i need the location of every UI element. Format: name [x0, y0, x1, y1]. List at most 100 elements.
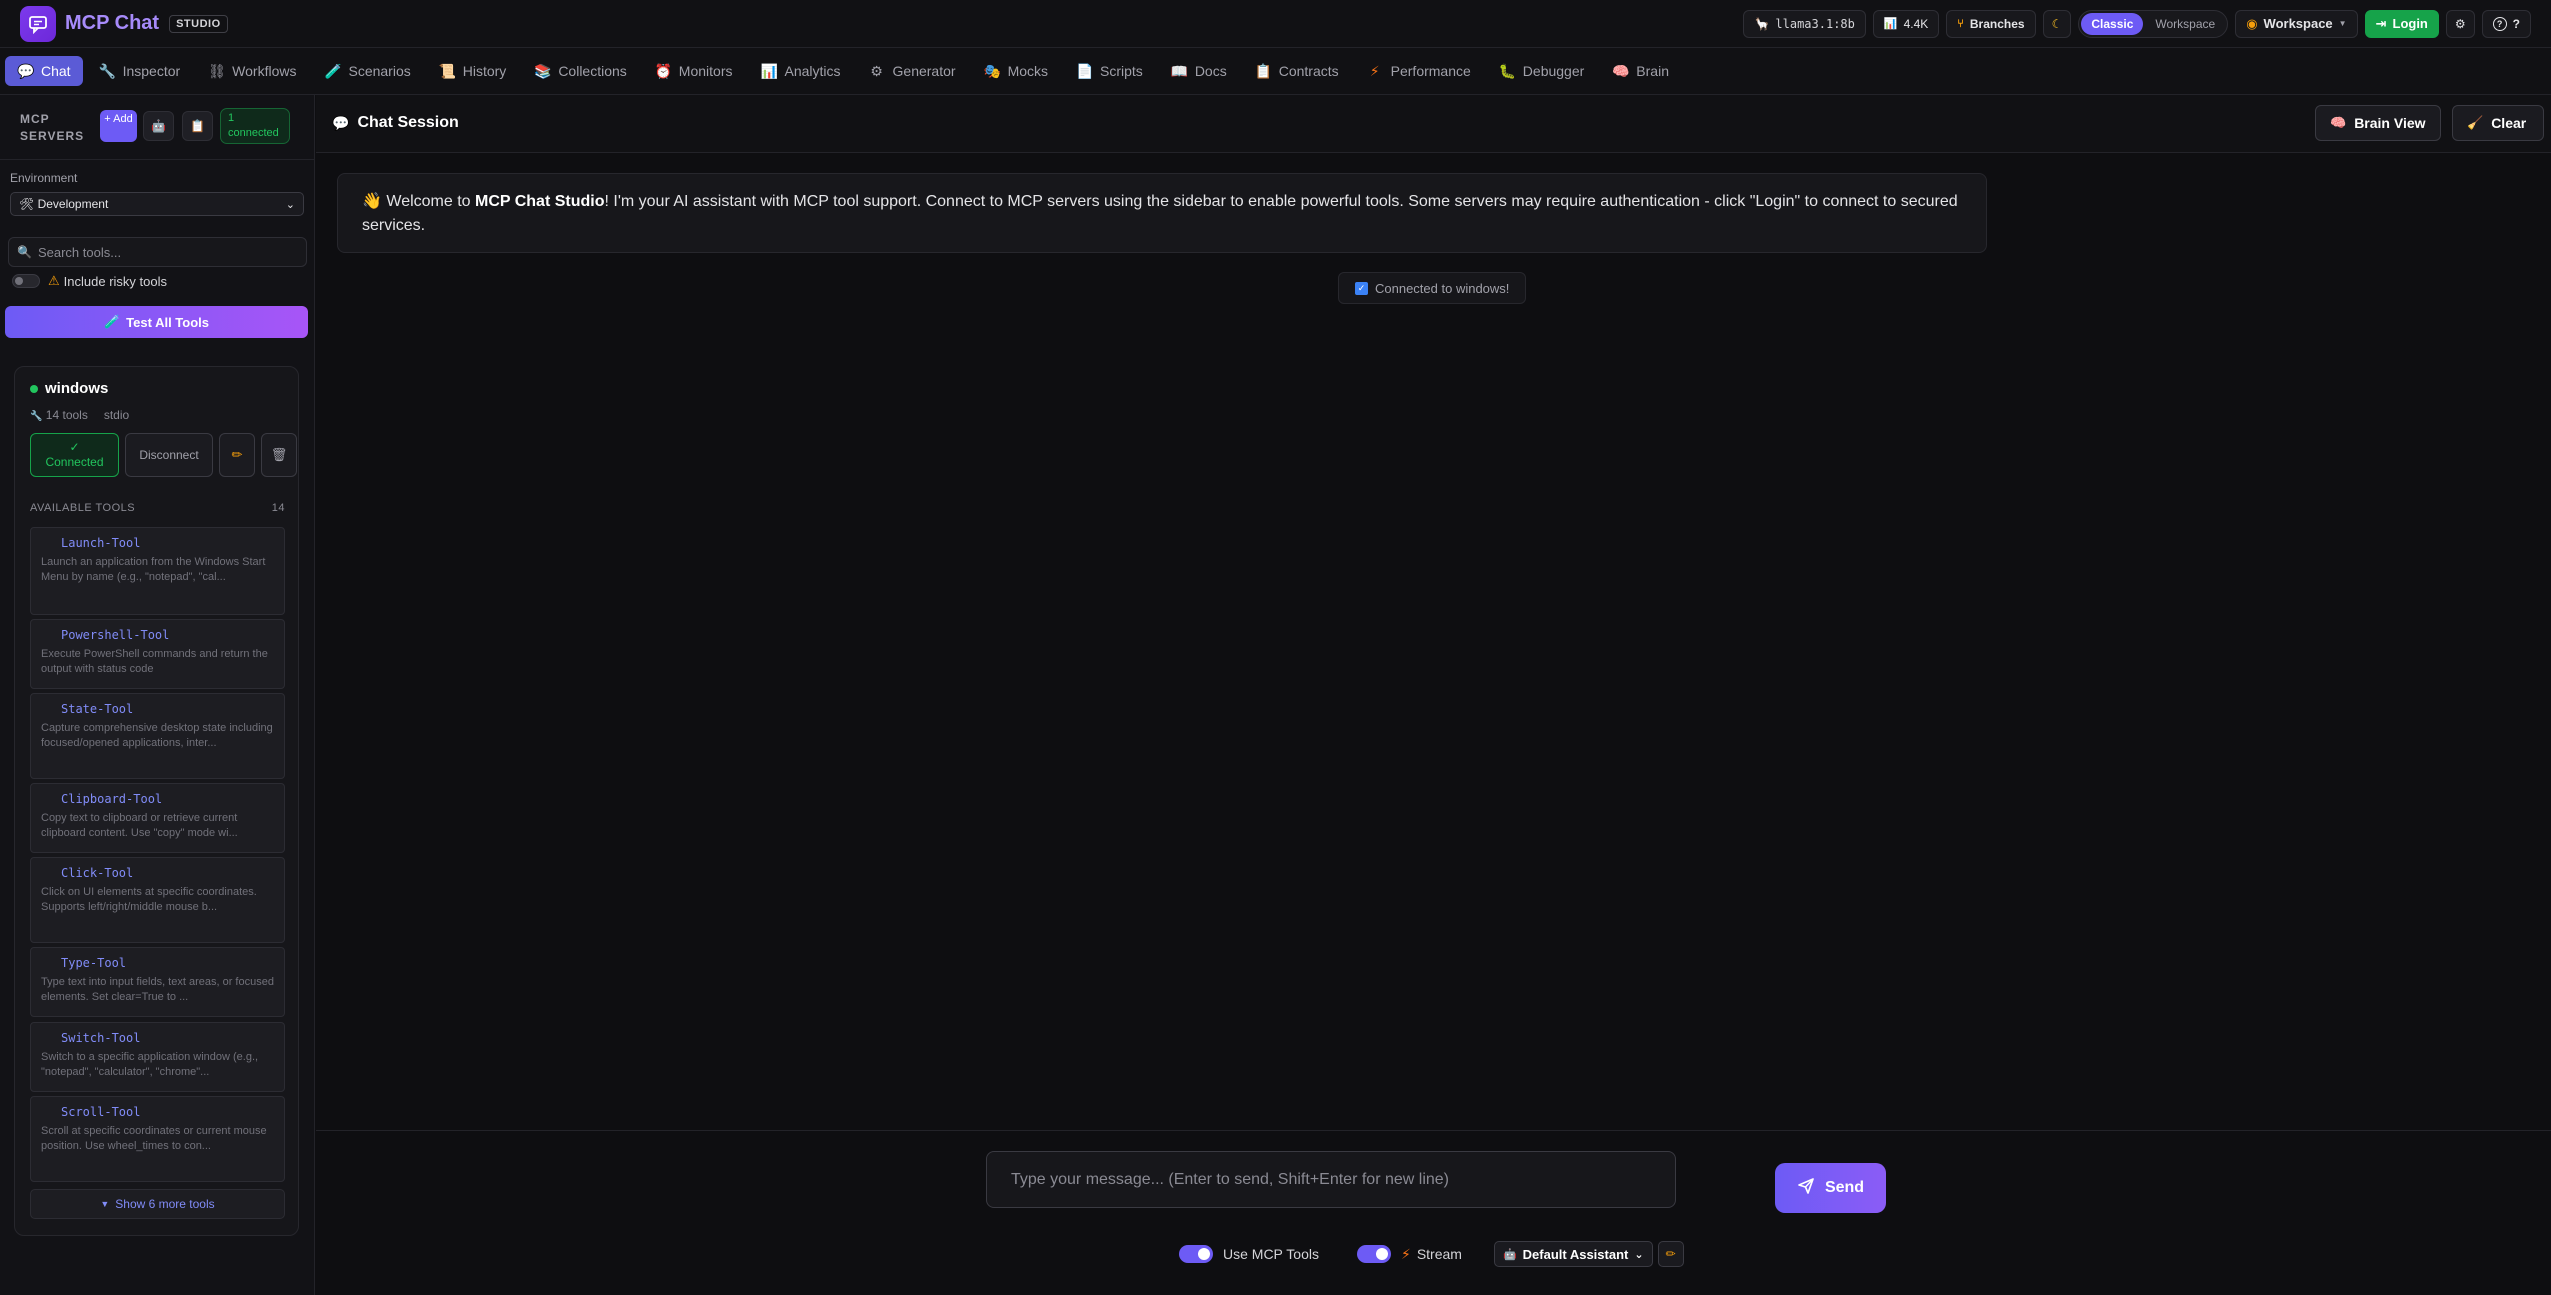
tab-debugger[interactable]: 🐛 Debugger: [1487, 56, 1597, 86]
use-mcp-tools-toggle[interactable]: [1179, 1245, 1213, 1263]
assistant-select[interactable]: 🤖 Default Assistant ⌄: [1493, 1241, 1653, 1267]
search-icon: 🔍: [17, 245, 32, 259]
open-book-icon: 📖: [1170, 62, 1189, 79]
tab-contracts[interactable]: 📋 Contracts: [1243, 56, 1351, 86]
brain-icon: 🧠: [1612, 62, 1630, 79]
login-icon: ⇥: [2375, 15, 2387, 31]
test-all-tools-button[interactable]: 🧪 Test All Tools: [5, 306, 308, 338]
sidebar-header: MCP SERVERS + Add 🤖 📋 1 connected: [0, 95, 315, 160]
help-label: ?: [2512, 16, 2520, 31]
clipboard-icon[interactable]: 📋: [182, 111, 213, 141]
clipboard-icon: 📋: [1254, 62, 1273, 79]
risky-tools-label: Include risky tools: [63, 273, 167, 289]
composer-options: Use MCP Tools ⚡ Stream 🤖 Default Assista…: [1179, 1241, 1684, 1267]
chart-icon: 📊: [1883, 18, 1898, 30]
use-mcp-tools-label: Use MCP Tools: [1223, 1246, 1319, 1262]
model-selector[interactable]: 🦙 llama3.1:8b: [1743, 9, 1866, 38]
tab-generator[interactable]: ⚙ Generator: [857, 56, 968, 86]
lightning-icon: ⚡: [1400, 1245, 1411, 1262]
tool-item-type[interactable]: Type-Tool Type text into input fields, t…: [30, 947, 285, 1017]
tab-brain[interactable]: 🧠 Brain: [1600, 56, 1681, 86]
tab-label: Contracts: [1278, 63, 1339, 79]
wrench-icon: 🔧: [98, 62, 117, 79]
tools-count-label: 14 tools: [45, 408, 88, 422]
robot-icon[interactable]: 🤖: [143, 111, 174, 141]
tab-docs[interactable]: 📖 Docs: [1159, 56, 1239, 86]
tab-history[interactable]: 📜 History: [427, 56, 519, 86]
tab-collections[interactable]: 📚 Collections: [522, 56, 638, 86]
tool-item-launch[interactable]: Launch-Tool Launch an application from t…: [30, 527, 285, 615]
caret-down-icon: ▼: [2338, 19, 2347, 28]
tab-chat[interactable]: 💬 Chat: [5, 56, 83, 86]
speech-bubble-icon: 💬: [17, 62, 35, 79]
gear-icon: ⚙: [870, 62, 883, 79]
server-meta: 🔧 14 tools stdio: [30, 408, 129, 422]
settings-button[interactable]: ⚙: [2445, 9, 2475, 38]
help-button[interactable]: ? ?: [2481, 9, 2531, 38]
brain-view-label: Brain View: [2354, 115, 2426, 131]
tab-inspector[interactable]: 🔧 Inspector: [87, 56, 193, 86]
disconnect-button[interactable]: Disconnect: [125, 433, 213, 477]
tab-mocks[interactable]: 🎭 Mocks: [972, 56, 1060, 86]
workspace-icon: ◉: [2246, 15, 2258, 31]
token-counter[interactable]: 📊 4.4K: [1872, 9, 1940, 38]
risky-tools-toggle-row: ⚠ Include risky tools: [12, 273, 167, 289]
status-dot-icon: [30, 384, 38, 393]
delete-server-button[interactable]: 🗑: [261, 433, 297, 477]
tab-label: Scenarios: [348, 63, 411, 79]
stream-toggle[interactable]: [1356, 1245, 1391, 1263]
tab-label: Generator: [892, 63, 956, 79]
tool-item-click[interactable]: Click-Tool Click on UI elements at speci…: [30, 857, 285, 943]
tab-scripts[interactable]: 📄 Scripts: [1064, 56, 1155, 86]
llama-icon: 🦙: [1754, 16, 1770, 31]
moon-icon: ☾: [2051, 16, 2063, 31]
tab-performance[interactable]: ⚡ Performance: [1355, 56, 1483, 86]
chat-main: 💬 Chat Session 🧠 Brain View 🧹 Clear 👋 We…: [316, 95, 2551, 1295]
studio-badge: STUDIO: [169, 14, 228, 33]
layout-classic[interactable]: Classic: [2081, 12, 2144, 35]
workspace-dropdown[interactable]: ◉ Workspace ▼: [2235, 9, 2358, 38]
tool-search-input[interactable]: [37, 244, 298, 260]
login-button[interactable]: ⇥ Login: [2364, 9, 2439, 38]
server-transport: stdio: [103, 408, 130, 422]
tab-label: Brain: [1636, 63, 1669, 79]
connected-button[interactable]: ✓ Connected: [30, 433, 119, 477]
document-icon: 📄: [1076, 62, 1094, 79]
tool-name: Click-Tool: [61, 866, 134, 880]
branches-button[interactable]: ⑂ Branches: [1946, 9, 2036, 38]
welcome-message: 👋 Welcome to MCP Chat Studio! I'm your A…: [337, 173, 1987, 253]
edit-server-button[interactable]: ✏: [219, 433, 255, 477]
tab-scenarios[interactable]: 🧪 Scenarios: [312, 56, 422, 86]
edit-assistant-button[interactable]: ✏: [1657, 1241, 1684, 1267]
risky-tools-toggle[interactable]: [12, 274, 40, 288]
show-more-tools-button[interactable]: ▼ Show 6 more tools: [30, 1189, 285, 1219]
tab-monitors[interactable]: ⏰ Monitors: [643, 56, 745, 86]
layout-workspace[interactable]: Workspace: [2145, 13, 2225, 35]
send-button[interactable]: Send: [1775, 1163, 1886, 1213]
tool-item-switch[interactable]: Switch-Tool Switch to a specific applica…: [30, 1022, 285, 1092]
server-actions: ✓ Connected Disconnect ✏ 🗑: [30, 433, 297, 477]
tab-label: Analytics: [784, 63, 841, 79]
tool-item-powershell[interactable]: Powershell-Tool Execute PowerShell comma…: [30, 619, 285, 689]
chat-logo-icon: [20, 5, 56, 42]
message-input[interactable]: [1011, 1170, 1651, 1189]
alarm-clock-icon: ⏰: [654, 62, 673, 79]
tool-item-clipboard[interactable]: Clipboard-Tool Copy text to clipboard or…: [30, 783, 285, 853]
tab-workflows[interactable]: ⛓ Workflows: [196, 56, 308, 86]
clear-label: Clear: [2491, 115, 2527, 131]
gear-icon: ⚙: [2454, 16, 2466, 31]
environment-label: Environment: [10, 171, 78, 185]
environment-select[interactable]: 🛠 Development ⌄: [10, 192, 304, 216]
tool-name: State-Tool: [61, 702, 134, 716]
add-server-button[interactable]: + Add: [100, 110, 137, 142]
tab-label: Docs: [1194, 63, 1227, 79]
tool-item-state[interactable]: State-Tool Capture comprehensive desktop…: [30, 693, 285, 779]
brain-view-button[interactable]: 🧠 Brain View: [2315, 105, 2441, 141]
tab-analytics[interactable]: 📊 Analytics: [748, 56, 852, 86]
show-more-label: Show 6 more tools: [115, 1197, 215, 1211]
server-tools-count: 🔧 14 tools: [30, 408, 88, 422]
tool-item-scroll[interactable]: Scroll-Tool Scroll at specific coordinat…: [30, 1096, 285, 1182]
branch-icon: ⑂: [1957, 17, 1964, 30]
clear-button[interactable]: 🧹 Clear: [2452, 105, 2544, 141]
theme-toggle-button[interactable]: ☾: [2042, 9, 2072, 38]
